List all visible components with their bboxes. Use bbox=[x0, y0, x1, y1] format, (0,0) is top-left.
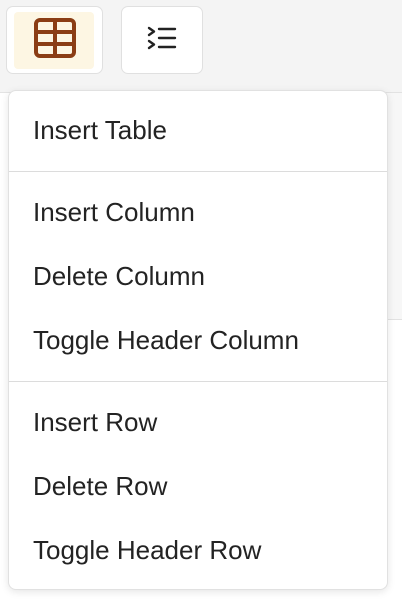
indent-list-button[interactable] bbox=[121, 6, 203, 74]
indent-list-icon bbox=[147, 25, 177, 56]
menu-item-insert-column[interactable]: Insert Column bbox=[9, 183, 387, 241]
menu-item-insert-table[interactable]: Insert Table bbox=[9, 101, 387, 159]
table-dropdown-menu: Insert Table Insert Column Delete Column… bbox=[8, 90, 388, 590]
toolbar bbox=[0, 0, 402, 93]
menu-divider bbox=[9, 381, 387, 382]
menu-divider bbox=[9, 171, 387, 172]
menu-item-toggle-header-column[interactable]: Toggle Header Column bbox=[9, 311, 387, 369]
table-button[interactable] bbox=[6, 6, 103, 74]
menu-item-delete-row[interactable]: Delete Row bbox=[9, 457, 387, 515]
table-icon bbox=[33, 17, 76, 63]
menu-item-insert-row[interactable]: Insert Row bbox=[9, 393, 387, 451]
menu-item-toggle-header-row[interactable]: Toggle Header Row bbox=[9, 521, 387, 579]
menu-item-delete-column[interactable]: Delete Column bbox=[9, 247, 387, 305]
